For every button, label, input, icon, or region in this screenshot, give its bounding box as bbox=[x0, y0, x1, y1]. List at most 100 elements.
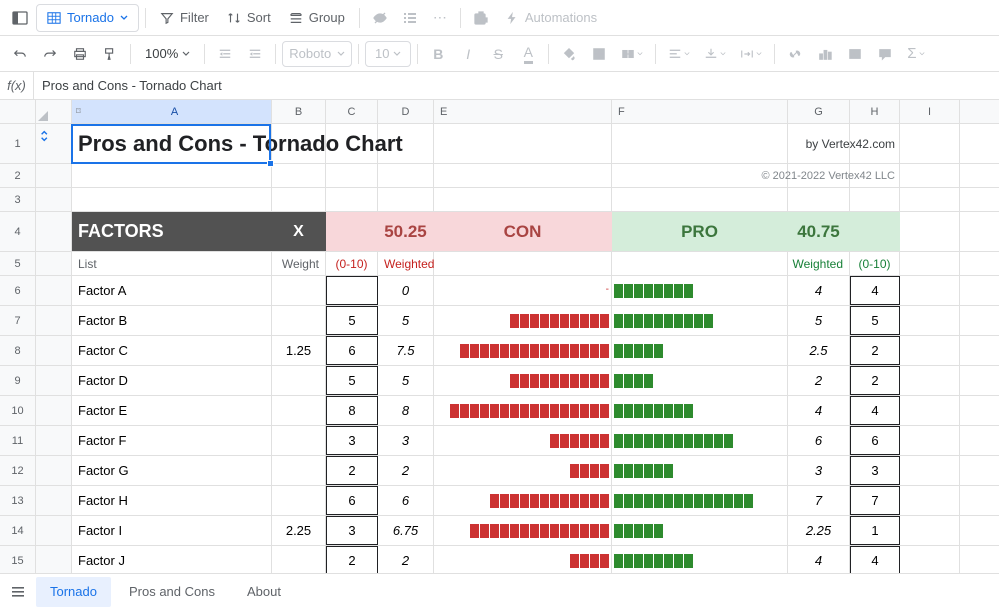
fx-content[interactable]: Pros and Cons - Tornado Chart bbox=[34, 78, 222, 93]
cell[interactable] bbox=[900, 516, 960, 545]
weight-subheader[interactable]: Weight bbox=[272, 252, 326, 275]
pro-bar[interactable] bbox=[612, 306, 788, 335]
pro-bar[interactable] bbox=[612, 426, 788, 455]
pro-bar[interactable] bbox=[612, 276, 788, 305]
cell[interactable] bbox=[326, 164, 378, 187]
con-weighted[interactable]: 2 bbox=[378, 546, 434, 573]
pro-bar[interactable] bbox=[612, 366, 788, 395]
cell[interactable] bbox=[434, 124, 612, 163]
cell[interactable] bbox=[434, 164, 612, 187]
col-header-I[interactable]: I bbox=[900, 100, 960, 123]
pro-weighted[interactable]: 4 bbox=[788, 546, 850, 573]
cell[interactable] bbox=[900, 456, 960, 485]
pro-weighted[interactable]: 2.5 bbox=[788, 336, 850, 365]
factor-name[interactable]: Factor D bbox=[72, 366, 272, 395]
cell[interactable] bbox=[900, 188, 960, 211]
weight-x[interactable] bbox=[272, 486, 326, 515]
expand-row-icon[interactable] bbox=[39, 129, 53, 143]
col-header-G[interactable]: G bbox=[788, 100, 850, 123]
col-header-F[interactable]: F bbox=[612, 100, 788, 123]
factor-name[interactable]: Factor B bbox=[72, 306, 272, 335]
pro-total[interactable]: 40.75 bbox=[788, 212, 850, 251]
con-weighted[interactable]: 5 bbox=[378, 306, 434, 335]
cell[interactable] bbox=[850, 188, 900, 211]
pro-weighted[interactable]: 6 bbox=[788, 426, 850, 455]
sheet-tab-proscons[interactable]: Pros and Cons bbox=[115, 577, 229, 607]
factor-name[interactable]: Factor A bbox=[72, 276, 272, 305]
con-header[interactable]: CON bbox=[434, 212, 612, 251]
con-raw[interactable] bbox=[326, 276, 378, 305]
factor-name[interactable]: Factor J bbox=[72, 546, 272, 573]
cell[interactable] bbox=[900, 396, 960, 425]
cell[interactable] bbox=[612, 124, 788, 163]
factors-header[interactable]: FACTORS bbox=[72, 212, 272, 251]
row-number[interactable]: 7 bbox=[0, 306, 36, 335]
cell[interactable]: Pros and Cons - Tornado Chart bbox=[72, 124, 272, 163]
cell[interactable] bbox=[900, 252, 960, 275]
pro-bar[interactable] bbox=[612, 546, 788, 573]
sheet-tab-about[interactable]: About bbox=[233, 577, 295, 607]
con-weighted[interactable]: 8 bbox=[378, 396, 434, 425]
list-subheader[interactable]: List bbox=[72, 252, 272, 275]
weighted-con-subheader[interactable]: Weighted bbox=[378, 252, 434, 275]
pro-raw[interactable]: 4 bbox=[850, 546, 900, 573]
factor-name[interactable]: Factor F bbox=[72, 426, 272, 455]
weighted-pro-subheader[interactable]: Weighted bbox=[788, 252, 850, 275]
con-raw[interactable]: 8 bbox=[326, 396, 378, 425]
row-number[interactable]: 3 bbox=[0, 188, 36, 211]
cell[interactable]: by Vertex42.com bbox=[850, 124, 900, 163]
pro-raw[interactable]: 2 bbox=[850, 366, 900, 395]
row-expand-corner[interactable] bbox=[36, 100, 72, 123]
con-raw[interactable]: 2 bbox=[326, 456, 378, 485]
con-weighted[interactable]: 5 bbox=[378, 366, 434, 395]
all-sheets-icon[interactable] bbox=[4, 578, 32, 606]
pro-raw[interactable]: 1 bbox=[850, 516, 900, 545]
cell[interactable] bbox=[900, 276, 960, 305]
factor-name[interactable]: Factor E bbox=[72, 396, 272, 425]
con-bar[interactable] bbox=[434, 306, 612, 335]
sidebar-toggle-icon[interactable] bbox=[6, 4, 34, 32]
cell[interactable] bbox=[900, 306, 960, 335]
row-number[interactable]: 4 bbox=[0, 212, 36, 251]
filter-button[interactable]: Filter bbox=[152, 4, 217, 32]
weight-x[interactable] bbox=[272, 366, 326, 395]
weight-x[interactable] bbox=[272, 456, 326, 485]
row-number[interactable]: 10 bbox=[0, 396, 36, 425]
range-pro-subheader[interactable]: (0-10) bbox=[850, 252, 900, 275]
cell[interactable] bbox=[900, 336, 960, 365]
cell[interactable] bbox=[72, 188, 272, 211]
con-bar[interactable]: - bbox=[434, 276, 612, 305]
cell[interactable] bbox=[612, 188, 788, 211]
cell[interactable] bbox=[788, 188, 850, 211]
con-raw[interactable]: 3 bbox=[326, 516, 378, 545]
pro-bar[interactable] bbox=[612, 456, 788, 485]
pro-header[interactable]: PRO bbox=[612, 212, 788, 251]
con-weighted[interactable]: 3 bbox=[378, 426, 434, 455]
pro-bar[interactable] bbox=[612, 486, 788, 515]
con-bar[interactable] bbox=[434, 486, 612, 515]
factor-name[interactable]: Factor C bbox=[72, 336, 272, 365]
pro-weighted[interactable]: 5 bbox=[788, 306, 850, 335]
row-number[interactable]: 5 bbox=[0, 252, 36, 275]
pro-raw[interactable]: 4 bbox=[850, 276, 900, 305]
row-number[interactable]: 2 bbox=[0, 164, 36, 187]
row-number[interactable]: 14 bbox=[0, 516, 36, 545]
cell[interactable] bbox=[434, 188, 612, 211]
group-button[interactable]: Group bbox=[281, 4, 353, 32]
row-number[interactable]: 8 bbox=[0, 336, 36, 365]
col-header-D[interactable]: D bbox=[378, 100, 434, 123]
weight-x[interactable] bbox=[272, 306, 326, 335]
pro-raw[interactable]: 7 bbox=[850, 486, 900, 515]
cell[interactable] bbox=[900, 486, 960, 515]
range-con-subheader[interactable]: (0-10) bbox=[326, 252, 378, 275]
cell[interactable] bbox=[900, 546, 960, 573]
pro-weighted[interactable]: 3 bbox=[788, 456, 850, 485]
con-bar[interactable] bbox=[434, 366, 612, 395]
cell[interactable] bbox=[72, 164, 272, 187]
con-bar[interactable] bbox=[434, 396, 612, 425]
cell[interactable] bbox=[378, 164, 434, 187]
cell[interactable] bbox=[900, 212, 960, 251]
con-total[interactable]: 50.25 bbox=[378, 212, 434, 251]
pro-raw[interactable]: 6 bbox=[850, 426, 900, 455]
cell[interactable]: © 2021-2022 Vertex42 LLC bbox=[850, 164, 900, 187]
